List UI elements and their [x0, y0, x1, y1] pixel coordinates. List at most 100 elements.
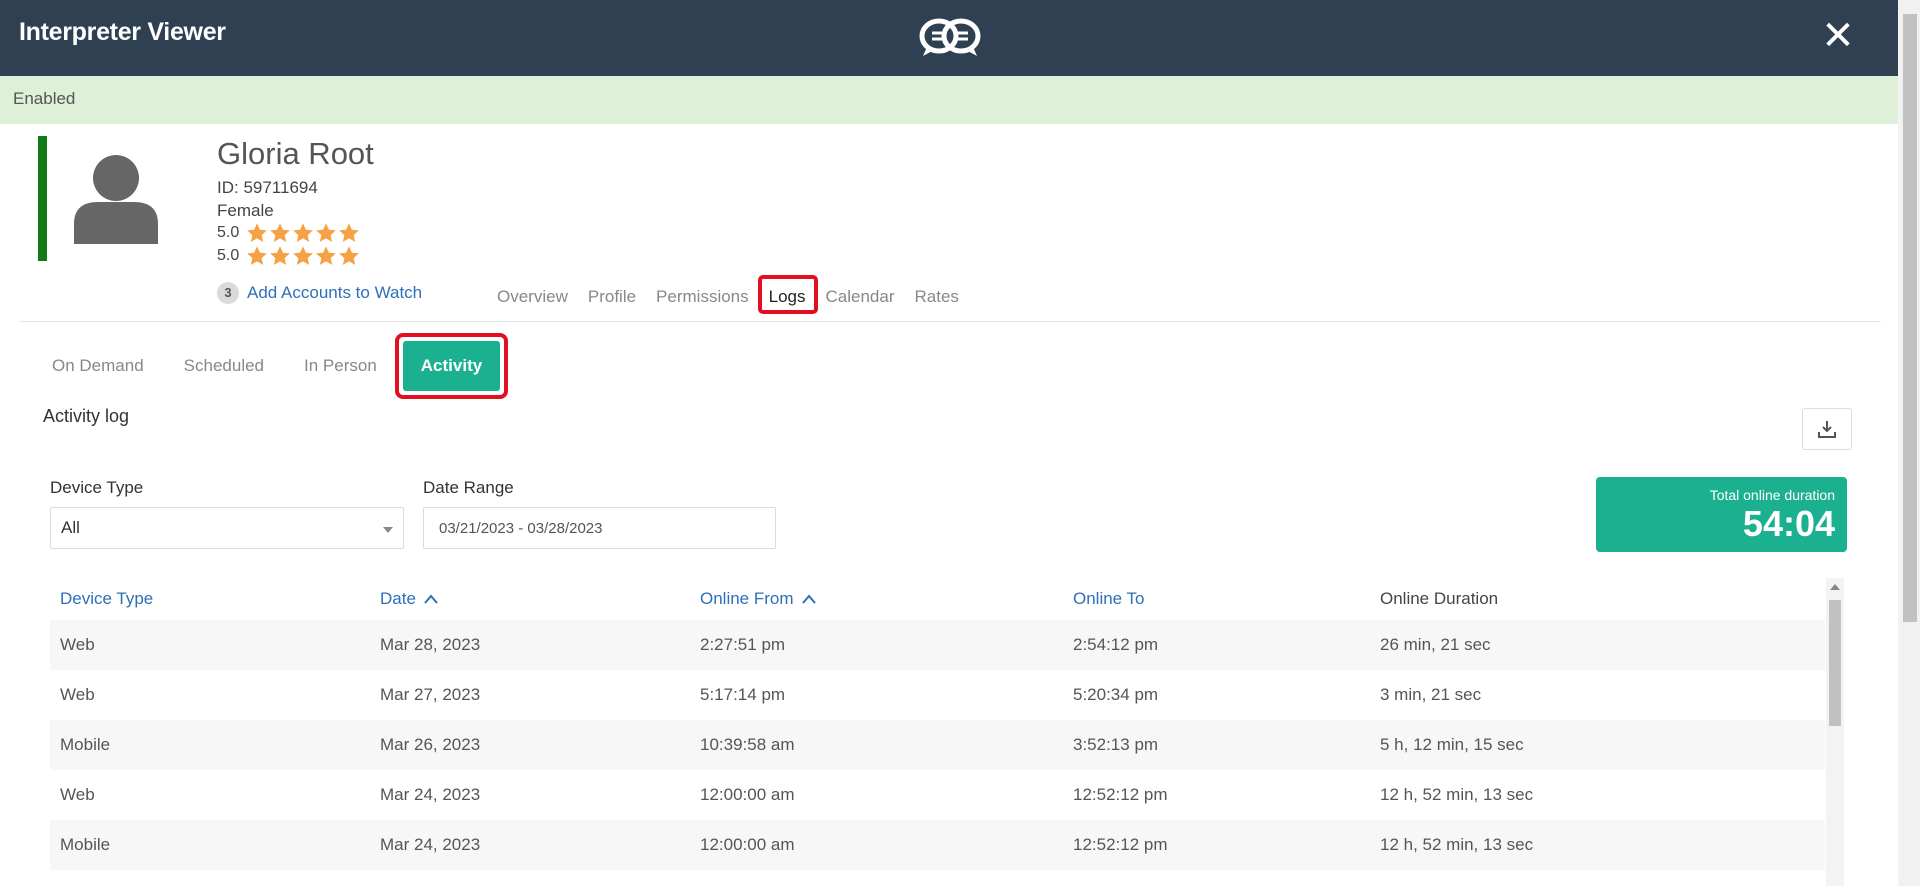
close-icon[interactable]: ✕	[1818, 16, 1858, 56]
cell-online-from: 5:17:14 pm	[700, 685, 786, 704]
cell-online-to: 12:52:12 pm	[1073, 835, 1168, 854]
subtab-on-demand[interactable]: On Demand	[32, 338, 164, 394]
table-row: Mobile Mar 26, 2023 10:39:58 am 3:52:13 …	[50, 720, 1825, 770]
device-type-value: All	[61, 518, 80, 537]
date-range-input[interactable]: 03/21/2023 - 03/28/2023	[423, 507, 776, 549]
log-sub-tabs: On Demand Scheduled In Person Activity	[32, 333, 509, 399]
star-rating	[246, 222, 360, 244]
interpreter-name: Gloria Root	[217, 136, 374, 171]
cell-device-type: Mobile	[60, 835, 111, 854]
star-icon	[339, 223, 360, 242]
scroll-up-arrow-icon[interactable]	[1830, 584, 1840, 590]
cell-date: Mar 24, 2023	[380, 835, 481, 854]
cell-device-type: Web	[60, 685, 95, 704]
rating-row: 5.0	[217, 222, 360, 244]
column-header-device-type[interactable]: Device Type	[50, 589, 370, 609]
star-icon	[270, 223, 291, 242]
table-body: Web Mar 28, 2023 2:27:51 pm 2:54:12 pm 2…	[50, 620, 1825, 870]
cell-online-from: 2:27:51 pm	[700, 635, 786, 654]
table-scrollbar[interactable]	[1826, 578, 1844, 886]
tab-logs[interactable]: Logs	[757, 275, 820, 314]
cell-online-to: 2:54:12 pm	[1073, 635, 1159, 654]
status-banner: Enabled	[0, 76, 1898, 124]
cell-online-to: 3:52:13 pm	[1073, 735, 1159, 754]
cell-online-duration: 5 h, 12 min, 15 sec	[1380, 735, 1524, 754]
cell-online-from: 10:39:58 am	[700, 735, 795, 754]
caret-down-icon	[383, 527, 393, 533]
rating-row: 5.0	[217, 245, 360, 267]
cell-online-from: 12:00:00 am	[700, 835, 795, 854]
download-icon	[1818, 421, 1836, 438]
download-button[interactable]	[1802, 408, 1852, 450]
scrollbar-thumb[interactable]	[1829, 600, 1841, 726]
status-text: Enabled	[13, 89, 76, 108]
table-header: Device Type Date Online From Online To O…	[50, 578, 1825, 620]
column-header-online-duration: Online Duration	[1370, 589, 1825, 609]
star-icon	[293, 246, 314, 265]
star-icon	[293, 223, 314, 242]
star-icon	[316, 246, 337, 265]
cell-device-type: Mobile	[60, 735, 111, 754]
cell-date: Mar 27, 2023	[380, 685, 481, 704]
cell-online-duration: 26 min, 21 sec	[1380, 635, 1491, 654]
cell-online-duration: 3 min, 21 sec	[1380, 685, 1482, 704]
watch-count-badge: 3	[217, 282, 239, 304]
column-header-label: Date	[380, 589, 416, 608]
cell-online-from: 12:00:00 am	[700, 785, 795, 804]
cell-online-to: 5:20:34 pm	[1073, 685, 1159, 704]
tab-overview[interactable]: Overview	[491, 282, 582, 312]
total-online-duration-value: 54:04	[1742, 503, 1835, 544]
table-row: Web Mar 28, 2023 2:27:51 pm 2:54:12 pm 2…	[50, 620, 1825, 670]
tab-rates[interactable]: Rates	[909, 282, 973, 312]
column-header-label: Online From	[700, 589, 794, 608]
star-icon	[339, 246, 360, 265]
device-type-select[interactable]: All	[50, 507, 404, 549]
subtab-activity[interactable]: Activity	[394, 333, 509, 399]
star-icon	[247, 246, 268, 265]
star-icon	[270, 246, 291, 265]
status-accent-bar	[38, 136, 47, 261]
chat-bubbles-logo-icon	[919, 18, 981, 56]
cell-device-type: Web	[60, 785, 95, 804]
interpreter-viewer-window: Interpreter Viewer ✕ Enabled Gloria Root…	[0, 0, 1898, 886]
main-tabs: Overview Profile Permissions Logs Calend…	[491, 275, 973, 314]
interpreter-gender: Female	[217, 201, 274, 220]
app-header: Interpreter Viewer ✕	[0, 0, 1898, 76]
cell-device-type: Web	[60, 635, 95, 654]
device-type-filter-label: Device Type	[50, 478, 144, 497]
interpreter-id: ID: 59711694	[217, 178, 318, 197]
cell-online-duration: 12 h, 52 min, 13 sec	[1380, 785, 1534, 804]
add-accounts-to-watch-link[interactable]: 3 Add Accounts to Watch	[217, 282, 422, 304]
tabs-divider	[19, 321, 1881, 322]
column-header-date[interactable]: Date	[370, 589, 690, 609]
cell-date: Mar 28, 2023	[380, 635, 481, 654]
sort-ascending-icon	[424, 594, 438, 604]
total-online-duration-card: Total online duration 54:04	[1596, 477, 1847, 552]
subtab-in-person[interactable]: In Person	[284, 338, 397, 394]
rating-value: 5.0	[217, 224, 240, 241]
column-header-online-to[interactable]: Online To	[1063, 589, 1370, 609]
tab-profile[interactable]: Profile	[582, 282, 650, 312]
column-header-label: Online To	[1073, 589, 1145, 608]
star-rating	[246, 245, 360, 267]
column-header-label: Online Duration	[1380, 589, 1499, 608]
date-range-label: Date Range	[423, 478, 514, 497]
table-row: Web Mar 24, 2023 12:00:00 am 12:52:12 pm…	[50, 770, 1825, 820]
total-online-duration-label: Total online duration	[1709, 487, 1835, 503]
star-icon	[316, 223, 337, 242]
tab-permissions[interactable]: Permissions	[650, 282, 763, 312]
table-row: Mobile Mar 24, 2023 12:00:00 am 12:52:12…	[50, 820, 1825, 870]
star-icon	[247, 223, 268, 242]
cell-online-duration: 12 h, 52 min, 13 sec	[1380, 835, 1534, 854]
cell-date: Mar 26, 2023	[380, 735, 481, 754]
cell-online-to: 12:52:12 pm	[1073, 785, 1168, 804]
activity-log-title: Activity log	[43, 406, 130, 426]
page-scrollbar-thumb[interactable]	[1903, 14, 1917, 622]
column-header-label: Device Type	[60, 589, 154, 608]
subtab-scheduled[interactable]: Scheduled	[164, 338, 284, 394]
sort-ascending-icon	[801, 594, 816, 604]
page-scrollbar[interactable]	[1900, 0, 1920, 886]
tab-calendar[interactable]: Calendar	[820, 282, 909, 312]
activity-table: Device Type Date Online From Online To O…	[50, 578, 1825, 870]
column-header-online-from[interactable]: Online From	[690, 589, 1063, 609]
